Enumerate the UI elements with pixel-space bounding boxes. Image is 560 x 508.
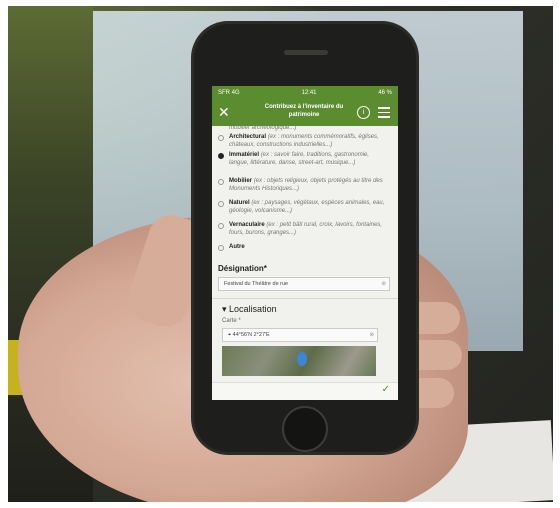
option-desc: (ex : objets religieux, objets protégés …: [229, 178, 383, 192]
designation-field[interactable]: Festival du Théâtre de rue ⊗: [218, 277, 390, 291]
carrier-label: SFR 4G: [218, 90, 240, 96]
info-icon[interactable]: i: [357, 106, 370, 119]
option-label: Autre: [229, 244, 245, 250]
radio-button-selected[interactable]: [218, 153, 224, 159]
phone-screen: SFR 4G 12:41 46 % ✕ Contribuez à l'inven…: [212, 86, 398, 400]
app-header: ✕ Contribuez à l'inventaire du patrimoin…: [212, 100, 398, 126]
clock: 12:41: [301, 90, 317, 96]
radio-button[interactable]: [218, 179, 224, 185]
option-label: Vernaculaire: [229, 222, 265, 228]
designation-label: Désignation*: [218, 264, 267, 273]
app-title: Contribuez à l'inventaire du patrimoine: [248, 103, 360, 119]
clear-icon[interactable]: ⊗: [369, 329, 374, 341]
coordinates-field[interactable]: ⌖ 44°56'N 2°27'E ⊗: [222, 328, 378, 342]
option-label: Architectural: [229, 134, 267, 140]
smartphone: SFR 4G 12:41 46 % ✕ Contribuez à l'inven…: [194, 24, 416, 452]
clear-icon[interactable]: ⊗: [381, 278, 386, 290]
form-footer: ✓: [212, 382, 398, 400]
section-divider: [212, 298, 398, 299]
app-title-line2: patrimoine: [288, 112, 320, 118]
battery-label: 46 %: [378, 90, 392, 96]
radio-button[interactable]: [218, 245, 224, 251]
map-pin-icon: [297, 352, 307, 366]
option-label: Naturel: [229, 200, 250, 206]
option-desc: (ex : paysages, végétaux, espèces animal…: [229, 200, 385, 214]
earpiece: [284, 50, 328, 55]
radio-button[interactable]: [218, 201, 224, 207]
status-bar: SFR 4G 12:41 46 %: [212, 86, 398, 100]
home-button[interactable]: [282, 406, 328, 452]
designation-value: Festival du Théâtre de rue: [224, 281, 289, 287]
form-content: mobilier archéologique...) Architectural…: [212, 125, 398, 400]
radio-button[interactable]: [218, 135, 224, 141]
menu-icon[interactable]: [378, 107, 390, 121]
crosshair-icon: ⌖: [228, 332, 232, 338]
close-icon[interactable]: ✕: [218, 105, 230, 119]
localisation-title: Localisation: [229, 304, 277, 314]
chevron-down-icon: ▾: [222, 304, 227, 314]
check-icon[interactable]: ✓: [382, 384, 390, 395]
map-label: Carte *: [222, 318, 241, 324]
coordinates-value: 44°56'N 2°27'E: [232, 332, 270, 338]
map-preview[interactable]: [222, 346, 376, 376]
app-title-line1: Contribuez à l'inventaire du: [264, 104, 344, 110]
option-label: Immatériel: [229, 152, 260, 158]
option-label: Mobilier: [229, 178, 253, 184]
photo-background: SFR 4G 12:41 46 % ✕ Contribuez à l'inven…: [8, 6, 553, 502]
option-desc: mobilier archéologique...): [229, 125, 297, 131]
localisation-heading[interactable]: ▾ Localisation: [222, 304, 277, 315]
radio-button[interactable]: [218, 223, 224, 229]
